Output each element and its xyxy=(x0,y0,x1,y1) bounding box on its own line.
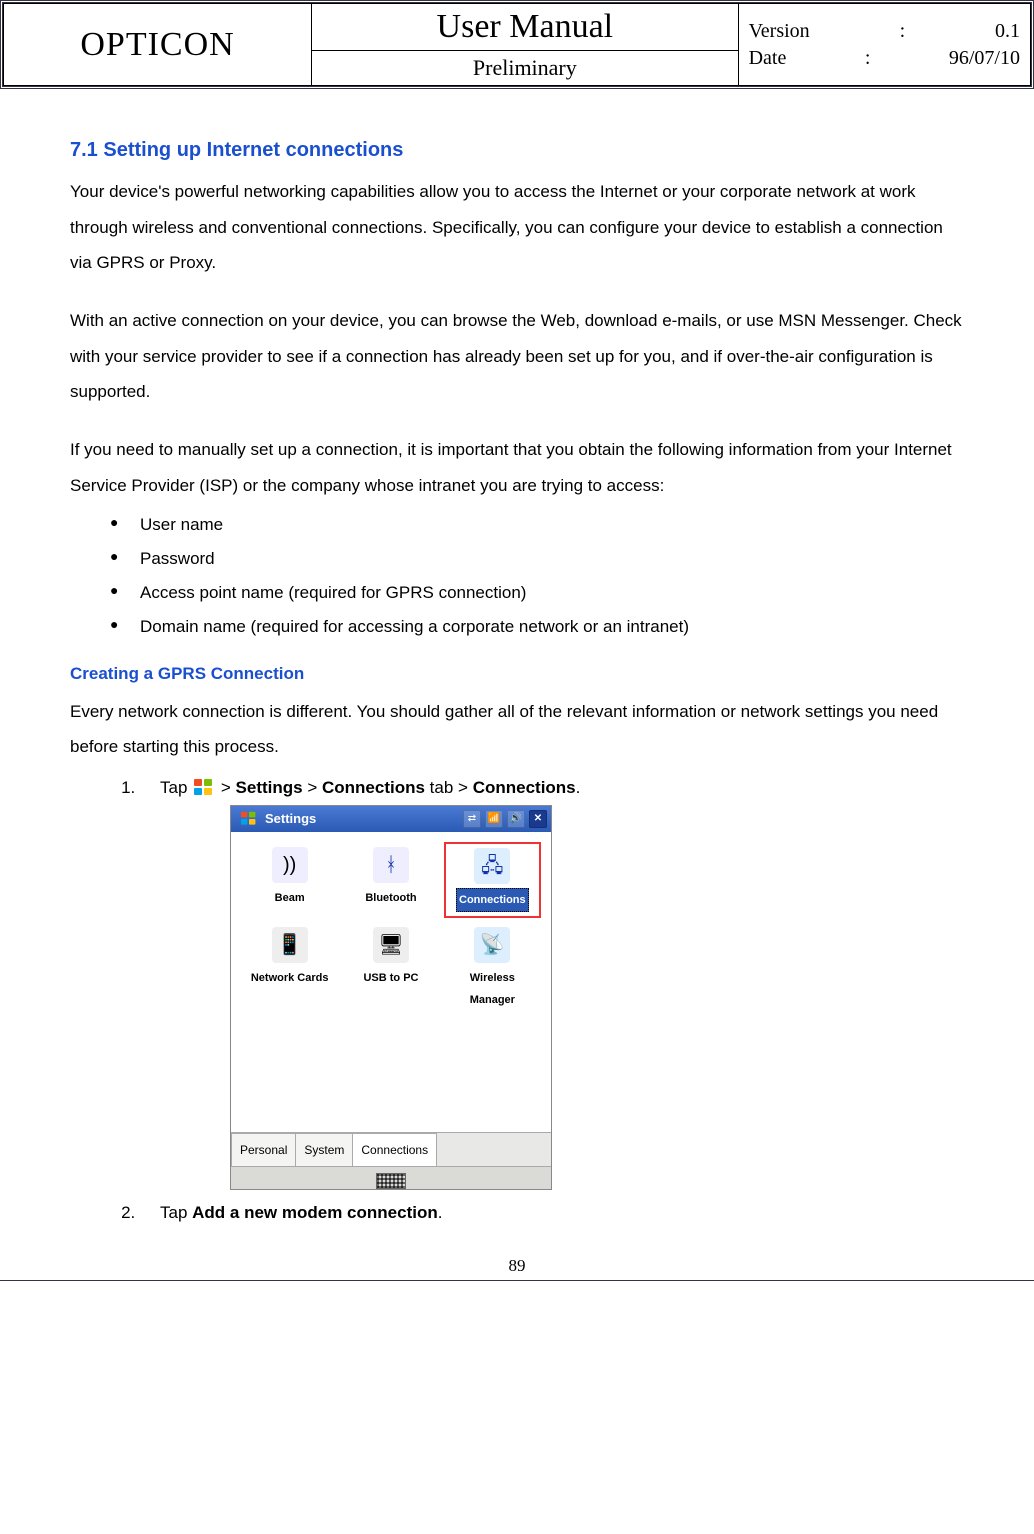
wireless-manager-icon: 📡 xyxy=(474,927,510,963)
list-item: Password xyxy=(110,542,964,576)
bluetooth-icon: ᚼ xyxy=(373,847,409,883)
paragraph: Every network connection is different. Y… xyxy=(70,694,964,765)
tab-system[interactable]: System xyxy=(295,1133,353,1166)
settings-item-network-cards[interactable]: 📱 Network Cards xyxy=(241,922,338,1016)
date-label: Date xyxy=(749,47,787,70)
windows-start-icon xyxy=(241,812,257,826)
doc-subtitle: Preliminary xyxy=(312,51,738,86)
tab-personal[interactable]: Personal xyxy=(231,1133,296,1166)
step-1: Tap > Settings > Connections tab > Conne… xyxy=(140,771,964,1190)
version-value: 0.1 xyxy=(995,20,1020,43)
step-2: Tap Add a new modem connection. xyxy=(140,1196,964,1230)
paragraph: With an active connection on your device… xyxy=(70,303,964,410)
sip-bar xyxy=(231,1166,551,1189)
close-icon[interactable]: ✕ xyxy=(529,810,547,828)
connectivity-icon[interactable]: ⇄ xyxy=(463,810,481,828)
step-list: Tap > Settings > Connections tab > Conne… xyxy=(70,771,964,1230)
network-cards-icon: 📱 xyxy=(272,927,308,963)
footer-divider xyxy=(0,1280,1034,1281)
device-tabbar: Personal System Connections xyxy=(231,1132,551,1166)
doc-title: User Manual xyxy=(312,4,738,51)
settings-item-usb-to-pc[interactable]: 🖥 USB to PC xyxy=(342,922,439,1016)
settings-item-bluetooth[interactable]: ᚼ Bluetooth xyxy=(342,842,439,918)
list-item: User name xyxy=(110,508,964,542)
list-item: Access point name (required for GPRS con… xyxy=(110,576,964,610)
document-header: OPTICON User Manual Version : 0.1 Date :… xyxy=(3,3,1031,86)
start-button[interactable]: Settings xyxy=(231,806,322,832)
info-bullet-list: User name Password Access point name (re… xyxy=(110,508,964,644)
brand-name: OPTICON xyxy=(4,4,312,86)
paragraph: If you need to manually set up a connect… xyxy=(70,432,964,503)
volume-icon[interactable]: 🔊 xyxy=(507,810,525,828)
settings-item-connections[interactable]: 🖧 Connections xyxy=(444,842,541,918)
keyboard-icon[interactable] xyxy=(376,1173,406,1189)
section-heading: 7.1 Setting up Internet connections xyxy=(70,139,964,162)
settings-item-wireless-manager[interactable]: 📡 Wireless Manager xyxy=(444,922,541,1016)
signal-icon[interactable]: 📶 xyxy=(485,810,503,828)
windows-start-icon xyxy=(194,779,214,797)
doc-meta: Version : 0.1 Date : 96/07/10 xyxy=(738,4,1030,86)
connections-icon: 🖧 xyxy=(474,848,510,884)
list-item: Domain name (required for accessing a co… xyxy=(110,610,964,644)
page-number: 89 xyxy=(0,1246,1034,1280)
version-label: Version xyxy=(749,20,810,43)
settings-item-beam[interactable]: )) Beam xyxy=(241,842,338,918)
device-titlebar: Settings ⇄ 📶 🔊 ✕ xyxy=(231,806,551,832)
subsection-heading: Creating a GPRS Connection xyxy=(70,664,964,684)
paragraph: Your device's powerful networking capabi… xyxy=(70,174,964,281)
device-screenshot: Settings ⇄ 📶 🔊 ✕ )) Beam ᚼ xyxy=(230,805,552,1190)
date-value: 96/07/10 xyxy=(949,47,1020,70)
titlebar-title: Settings xyxy=(265,806,316,832)
tab-connections[interactable]: Connections xyxy=(352,1133,437,1166)
beam-icon: )) xyxy=(272,847,308,883)
usb-to-pc-icon: 🖥 xyxy=(373,927,409,963)
tray-icons: ⇄ 📶 🔊 ✕ xyxy=(463,810,551,828)
settings-grid: )) Beam ᚼ Bluetooth 🖧 Connections 📱 Netw… xyxy=(231,832,551,1132)
page-content: 7.1 Setting up Internet connections Your… xyxy=(0,89,1034,1246)
